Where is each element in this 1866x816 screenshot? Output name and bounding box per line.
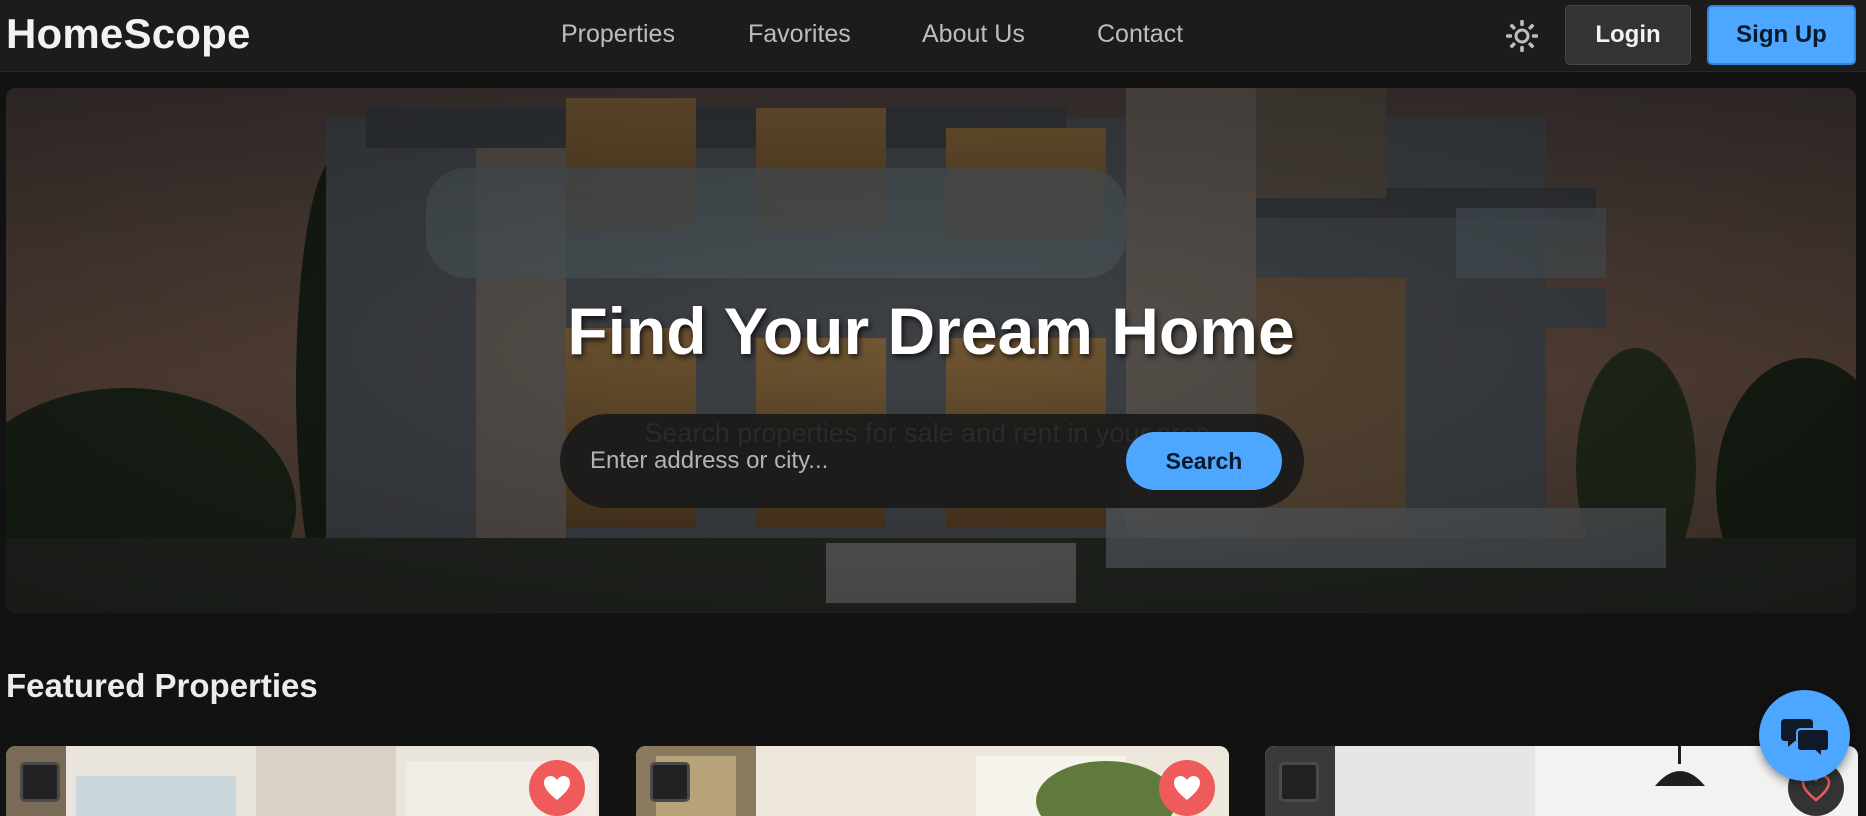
favorite-button[interactable]	[529, 760, 585, 816]
nav-link-favorites[interactable]: Favorites	[748, 20, 851, 49]
theme-toggle-button[interactable]	[1503, 17, 1541, 55]
nav-link-contact[interactable]: Contact	[1097, 20, 1183, 49]
chat-button[interactable]	[1759, 690, 1850, 781]
brand-logo[interactable]: HomeScope	[6, 10, 251, 58]
property-card[interactable]	[6, 746, 599, 816]
nav-link-about-us[interactable]: About Us	[922, 20, 1025, 49]
hero-banner: Find Your Dream Home Search properties f…	[6, 88, 1856, 613]
sun-icon	[1506, 20, 1538, 52]
nav-link-properties[interactable]: Properties	[561, 20, 675, 49]
search-button[interactable]: Search	[1126, 432, 1282, 490]
property-image	[6, 746, 599, 816]
compare-checkbox[interactable]	[20, 762, 60, 802]
signup-button[interactable]: Sign Up	[1707, 5, 1856, 65]
chat-bubbles-icon	[1780, 718, 1829, 757]
login-button[interactable]: Login	[1565, 5, 1691, 65]
hero-title: Find Your Dream Home	[567, 294, 1295, 368]
property-image	[636, 746, 1229, 816]
top-navbar: HomeScope Properties Favorites About Us …	[0, 0, 1866, 72]
compare-checkbox[interactable]	[1279, 762, 1319, 802]
favorite-button[interactable]	[1159, 760, 1215, 816]
featured-section-title: Featured Properties	[6, 667, 318, 704]
heart-icon	[1174, 776, 1200, 800]
search-bar: Search	[560, 414, 1304, 508]
heart-icon	[544, 776, 570, 800]
property-card[interactable]	[636, 746, 1229, 816]
search-input[interactable]	[590, 434, 1070, 488]
compare-checkbox[interactable]	[650, 762, 690, 802]
